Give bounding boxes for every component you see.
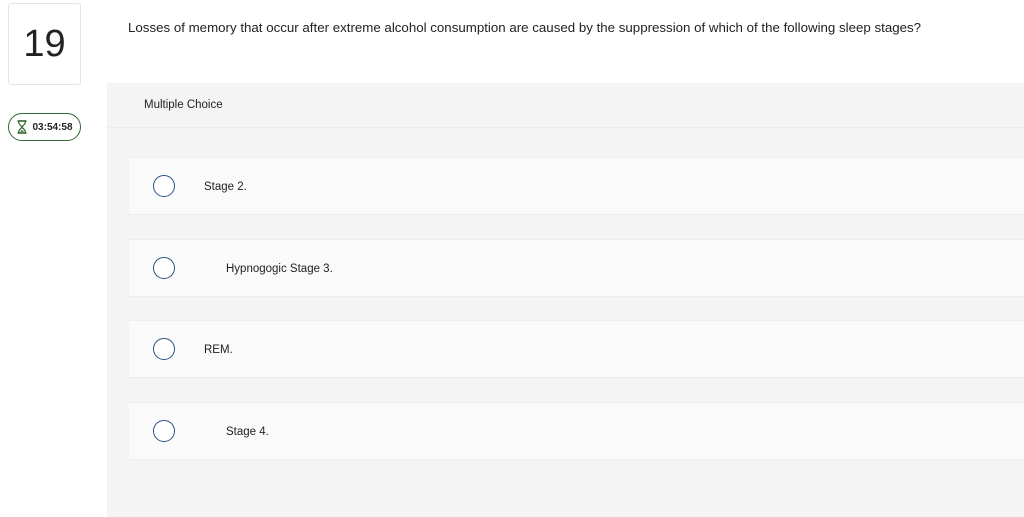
answer-option-label: Stage 2.	[204, 181, 247, 193]
timer-badge[interactable]: 03:54:58	[8, 113, 81, 141]
answer-option[interactable]: Hypnogogic Stage 3.	[129, 239, 1024, 297]
question-number: 19	[23, 22, 66, 65]
radio-button[interactable]	[153, 420, 175, 442]
radio-button[interactable]	[153, 175, 175, 197]
hourglass-icon	[17, 120, 27, 134]
divider	[107, 127, 1024, 128]
answer-panel: Multiple Choice Stage 2. Hypnogogic Stag…	[107, 83, 1024, 517]
question-page: 19 03:54:58 Losses of memory that occur …	[0, 0, 1024, 517]
answer-option[interactable]: REM.	[129, 320, 1024, 378]
answer-option[interactable]: Stage 2.	[129, 157, 1024, 215]
question-number-box: 19	[8, 3, 81, 85]
answer-option-label: Stage 4.	[226, 426, 269, 438]
radio-button[interactable]	[153, 257, 175, 279]
question-prompt: Losses of memory that occur after extrem…	[128, 20, 922, 35]
question-type-label: Multiple Choice	[144, 99, 223, 111]
answer-option-label: REM.	[204, 344, 233, 356]
answer-option[interactable]: Stage 4.	[129, 402, 1024, 460]
radio-button[interactable]	[153, 338, 175, 360]
answer-option-label: Hypnogogic Stage 3.	[226, 263, 333, 275]
timer-value: 03:54:58	[32, 121, 73, 133]
